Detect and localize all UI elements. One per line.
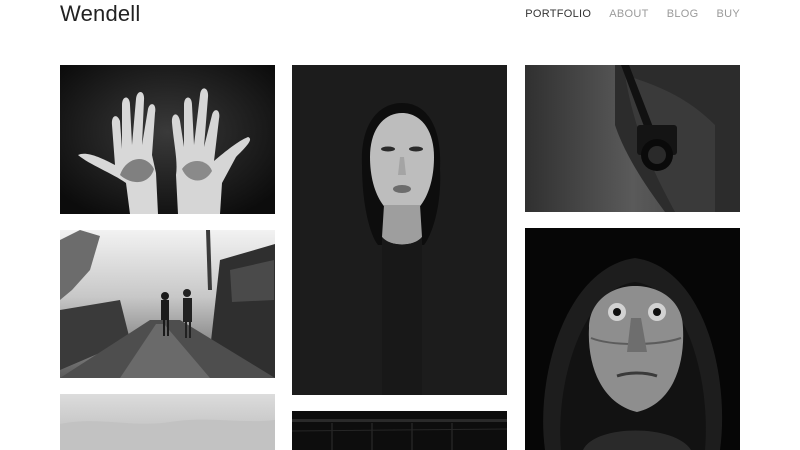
nav-portfolio[interactable]: PORTFOLIO: [525, 7, 591, 21]
photo-sky[interactable]: [60, 394, 275, 450]
photo-street[interactable]: [60, 230, 275, 378]
nav-blog[interactable]: BLOG: [667, 7, 699, 21]
photo-hooded-man[interactable]: [525, 228, 740, 450]
portfolio-page: Wendell PORTFOLIO ABOUT BLOG BUY: [0, 0, 800, 450]
nav-about[interactable]: ABOUT: [609, 7, 648, 21]
site-logo[interactable]: Wendell: [60, 1, 140, 27]
main-nav: PORTFOLIO ABOUT BLOG BUY: [525, 7, 740, 21]
nav-buy[interactable]: BUY: [716, 7, 740, 21]
photo-camera-strap[interactable]: [525, 65, 740, 212]
photo-hands[interactable]: [60, 65, 275, 214]
photo-dark-interior[interactable]: [292, 411, 507, 450]
photo-portrait-woman[interactable]: [292, 65, 507, 395]
